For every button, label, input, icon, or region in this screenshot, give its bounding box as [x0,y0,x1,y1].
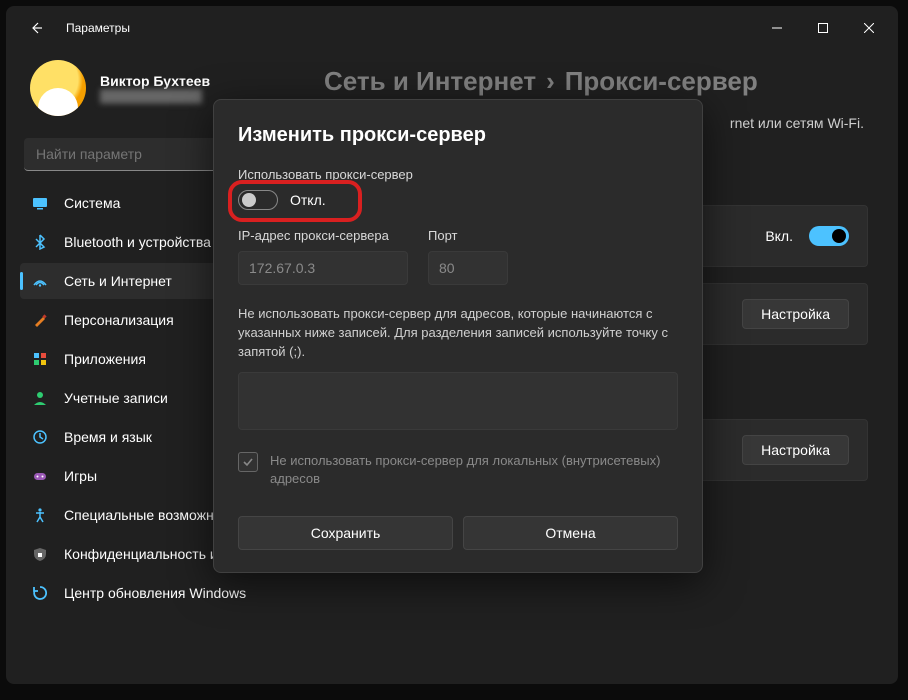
sidebar-item-label: Учетные записи [64,390,168,406]
arrow-left-icon [28,20,44,36]
sidebar-item-label: Персонализация [64,312,174,328]
port-field-group: Порт [428,228,508,285]
accessibility-icon [32,507,48,523]
gaming-icon [32,468,48,484]
port-input[interactable] [428,251,508,285]
sidebar-item-label: Приложения [64,351,146,367]
cancel-button[interactable]: Отмена [463,516,678,550]
close-button[interactable] [846,12,892,44]
titlebar: Параметры [6,6,898,50]
use-proxy-state: Откл. [290,192,326,208]
sidebar-item-update[interactable]: Центр обновления Windows [20,575,296,611]
port-label: Порт [428,228,508,243]
maximize-icon [818,23,828,33]
breadcrumb: Сеть и Интернет › Прокси-сервер [324,66,868,97]
toggle-label: Вкл. [765,228,793,244]
use-proxy-toggle-row: Откл. [238,190,678,210]
use-proxy-toggle[interactable] [238,190,278,210]
system-icon [32,195,48,211]
maximize-button[interactable] [800,12,846,44]
local-bypass-label: Не использовать прокси-сервер для локаль… [270,452,678,488]
profile-email: ████████████ [100,89,210,103]
personalization-icon [32,312,48,328]
breadcrumb-parent[interactable]: Сеть и Интернет [324,66,536,96]
settings-window: Параметры Виктор Бухтеев ████████████ Си… [6,6,898,684]
exceptions-textarea[interactable] [238,372,678,430]
avatar [30,60,86,116]
ip-label: IP-адрес прокси-сервера [238,228,408,243]
local-bypass-checkbox[interactable] [238,452,258,472]
time-icon [32,429,48,445]
sidebar-item-label: Сеть и Интернет [64,273,172,289]
sidebar-item-label: Игры [64,468,97,484]
apps-icon [32,351,48,367]
minimize-button[interactable] [754,12,800,44]
ip-input[interactable] [238,251,408,285]
sidebar-item-label: Время и язык [64,429,152,445]
bluetooth-icon [32,234,48,250]
accounts-icon [32,390,48,406]
auto-detect-toggle[interactable] [809,226,849,246]
back-button[interactable] [24,16,48,40]
check-icon [242,456,254,468]
sidebar-item-label: Центр обновления Windows [64,585,246,601]
chevron-right-icon: › [546,66,555,96]
save-button[interactable]: Сохранить [238,516,453,550]
setup-script-button[interactable]: Настройка [742,299,849,329]
edit-proxy-dialog: Изменить прокси-сервер Использовать прок… [213,99,703,573]
privacy-icon [32,546,48,562]
exceptions-note: Не использовать прокси-сервер для адресо… [238,305,678,362]
network-icon [32,273,48,289]
update-icon [32,585,48,601]
window-title: Параметры [66,21,754,35]
use-proxy-label: Использовать прокси-сервер [238,167,678,182]
setup-manual-button[interactable]: Настройка [742,435,849,465]
window-controls [754,12,892,44]
minimize-icon [772,23,782,33]
close-icon [864,23,874,33]
sidebar-item-label: Система [64,195,120,211]
ip-field-group: IP-адрес прокси-сервера [238,228,408,285]
local-bypass-row: Не использовать прокси-сервер для локаль… [238,452,678,488]
sidebar-item-label: Bluetooth и устройства [64,234,211,250]
breadcrumb-current: Прокси-сервер [565,66,758,96]
profile-name: Виктор Бухтеев [100,73,210,89]
dialog-title: Изменить прокси-сервер [238,124,678,147]
